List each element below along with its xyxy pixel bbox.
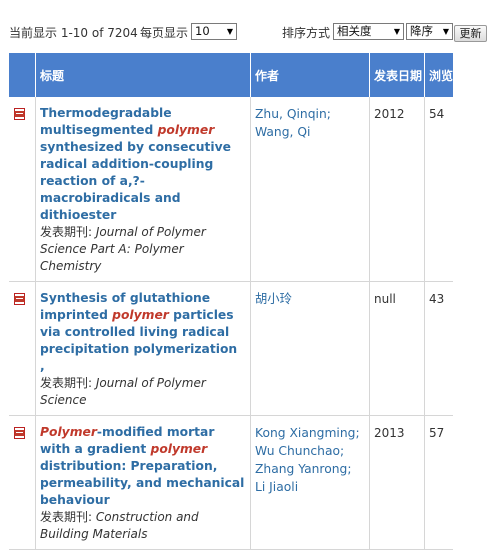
row-icon-cell (9, 97, 36, 282)
journal-line: 发表期刊: Construction and Building Material… (40, 510, 199, 541)
date-cell: null (369, 281, 425, 416)
sort-value: 相关度 (337, 24, 372, 38)
date-value: 2013 (374, 426, 405, 440)
results-toolbar: 当前显示 1-10 of 7204 每页显示 10 ▼ 排序方式 相关度 ▼ 降… (0, 0, 491, 46)
paper-title-link[interactable]: Synthesis of glutathione imprinted polym… (40, 291, 237, 373)
title-cell: Polymer-modified mortar with a gradient … (35, 415, 251, 550)
title-keyword: polymer (150, 442, 208, 456)
title-keyword: polymer (157, 123, 215, 137)
chevron-down-icon: ▼ (442, 27, 449, 36)
per-page-value: 10 (195, 24, 210, 38)
header-views[interactable]: 浏览 (424, 53, 454, 97)
views-cell: 57 (424, 415, 454, 550)
date-cell: 2013 (369, 415, 425, 550)
row-icon-cell (9, 281, 36, 416)
journal-line: 发表期刊: Journal of Polymer Science Part A:… (40, 225, 206, 273)
header-date[interactable]: 发表日期 (369, 53, 425, 97)
table-row: Synthesis of glutathione imprinted polym… (9, 281, 454, 416)
pdf-icon[interactable] (14, 293, 25, 305)
title-keyword: polymer (112, 308, 169, 322)
table-row: Thermodegradable multisegmented polymer … (9, 97, 454, 282)
title-keyword: Polymer (40, 425, 97, 439)
row-icon-cell (9, 415, 36, 550)
date-value: 2012 (374, 107, 405, 121)
header-author[interactable]: 作者 (250, 53, 370, 97)
paper-title-link[interactable]: Thermodegradable multisegmented polymer … (40, 106, 231, 222)
author-cell: Kong Xiangming; Wu Chunchao; Zhang Yanro… (250, 415, 370, 550)
title-text: synthesized by consecutive radical addit… (40, 140, 231, 222)
per-page-select[interactable]: 10 ▼ (191, 23, 237, 40)
views-value: 54 (429, 107, 445, 121)
date-value: null (374, 292, 396, 306)
author-cell: 胡小玲 (250, 281, 370, 416)
title-cell: Thermodegradable multisegmented polymer … (35, 97, 251, 282)
per-page-label: 每页显示 (140, 26, 189, 40)
author-link[interactable]: Kong Xiangming; Wu Chunchao; Zhang Yanro… (255, 426, 360, 494)
author-link[interactable]: 胡小玲 (255, 292, 292, 306)
journal-label: 发表期刊: (40, 510, 93, 524)
table-header-row: 标题 作者 发表日期 浏览 (9, 53, 454, 97)
sort-select[interactable]: 相关度 ▼ (333, 23, 404, 40)
pdf-icon[interactable] (14, 427, 25, 439)
sort-label: 排序方式 (282, 26, 331, 40)
views-value: 57 (429, 426, 445, 440)
title-cell: Synthesis of glutathione imprinted polym… (35, 281, 251, 416)
header-title[interactable]: 标题 (35, 53, 251, 97)
header-icon-col (9, 53, 36, 97)
author-link[interactable]: Zhu, Qinqin; Wang, Qi (255, 107, 331, 139)
journal-label: 发表期刊: (40, 225, 93, 239)
update-button[interactable]: 更新 (454, 25, 487, 42)
title-text: Thermodegradable multisegmented (40, 106, 172, 137)
date-cell: 2012 (369, 97, 425, 282)
table-row: Polymer-modified mortar with a gradient … (9, 415, 454, 550)
views-cell: 54 (424, 97, 454, 282)
views-cell: 43 (424, 281, 454, 416)
paper-title-link[interactable]: Polymer-modified mortar with a gradient … (40, 425, 244, 507)
chevron-down-icon: ▼ (226, 27, 233, 36)
pdf-icon[interactable] (14, 108, 25, 120)
journal-line: 发表期刊: Journal of Polymer Science (40, 376, 206, 407)
result-count-text: 当前显示 1-10 of 7204 (9, 26, 138, 40)
title-text: distribution: Preparation, permeability,… (40, 459, 245, 507)
views-value: 43 (429, 292, 445, 306)
author-cell: Zhu, Qinqin; Wang, Qi (250, 97, 370, 282)
order-value: 降序 (410, 24, 433, 38)
chevron-down-icon: ▼ (393, 27, 400, 36)
order-select[interactable]: 降序 ▼ (406, 23, 453, 40)
journal-label: 发表期刊: (40, 376, 93, 390)
results-table: 标题 作者 发表日期 浏览 Thermodegradable multisegm… (9, 53, 487, 550)
